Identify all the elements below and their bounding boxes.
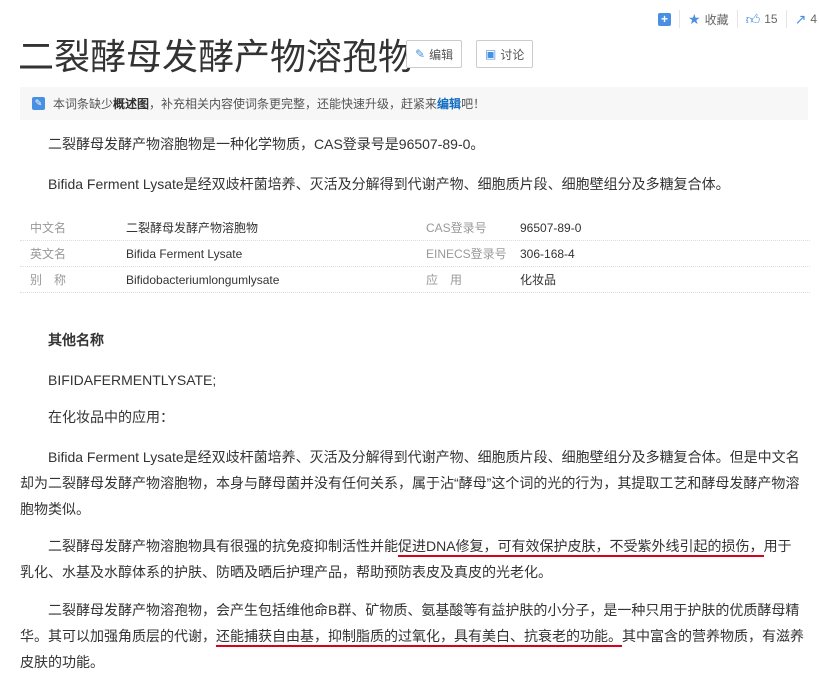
info-row: 英文名Bifida Ferment LysateEINECS登录号306-168… [20, 241, 810, 267]
page-title: 二裂酵母发酵产物溶孢物 [18, 28, 414, 80]
underlined-text: 促进DNA修复，可有效保护皮肤，不受紫外线引起的损伤， [398, 538, 764, 557]
info-value: 96507-89-0 [520, 221, 581, 235]
like-button[interactable]: 👍︎15 [737, 10, 786, 28]
info-value: 306-168-4 [520, 247, 575, 261]
notice-bold: 概述图 [113, 95, 149, 112]
discuss-label: 讨论 [500, 46, 524, 63]
notice-text: 本词条缺少 [53, 95, 113, 112]
info-value: Bifidobacteriumlongumlysate [126, 273, 426, 287]
info-label: EINECS登录号 [426, 245, 520, 262]
edit-button[interactable]: ✎ 编辑 [406, 40, 462, 68]
collect-button[interactable]: ★收藏 [679, 10, 737, 28]
info-value: 化妆品 [520, 271, 556, 288]
intro-paragraph: 二裂酵母发酵产物溶胞物是一种化学物质，CAS登录号是96507-89-0。 [20, 131, 805, 157]
info-label: 英文名 [20, 245, 126, 262]
chat-icon: ▣ [485, 47, 496, 61]
section-heading: 其他名称 [20, 327, 805, 353]
thumbs-up-icon: 👍︎ [746, 11, 761, 28]
info-table: 中文名二裂酵母发酵产物溶胞物CAS登录号96507-89-0 英文名Bifida… [20, 215, 810, 293]
add-button[interactable]: + [650, 10, 679, 28]
pencil-icon: ✎ [32, 97, 45, 110]
notice-text: 吧！ [461, 95, 485, 112]
info-label: 应 用 [426, 271, 520, 288]
toolbar: + ★收藏 👍︎15 ↗4 [650, 10, 819, 28]
notice-edit-link[interactable]: 编辑 [437, 95, 461, 112]
notice-bar: ✎ 本词条缺少概述图，补充相关内容使词条更完整，还能快速升级，赶紧来编辑吧！ [20, 87, 808, 120]
info-row: 中文名二裂酵母发酵产物溶胞物CAS登录号96507-89-0 [20, 215, 810, 241]
discuss-button[interactable]: ▣ 讨论 [476, 40, 533, 68]
paragraph: 二裂酵母发酵产物溶孢物，会产生包括维他命B群、矿物质、氨基酸等有益护肤的小分子，… [20, 597, 805, 675]
text: 二裂酵母发酵产物溶胞物具有很强的抗免疫抑制活性并能 [48, 538, 398, 554]
info-value: 二裂酵母发酵产物溶胞物 [126, 219, 426, 236]
intro-paragraph: Bifida Ferment Lysate是经双歧杆菌培养、灭活及分解得到代谢产… [20, 171, 805, 197]
plus-icon: + [658, 13, 671, 26]
share-icon: ↗ [795, 11, 807, 28]
like-count: 15 [764, 12, 777, 26]
share-count: 4 [810, 12, 817, 26]
info-value: Bifida Ferment Lysate [126, 247, 426, 261]
info-label: CAS登录号 [426, 219, 520, 236]
info-label: 中文名 [20, 219, 126, 236]
share-button[interactable]: ↗4 [786, 10, 819, 28]
info-row: 别 称Bifidobacteriumlongumlysate应 用化妆品 [20, 267, 810, 293]
collect-label: 收藏 [705, 11, 729, 28]
star-icon: ★ [688, 11, 701, 28]
paragraph: 二裂酵母发酵产物溶胞物具有很强的抗免疫抑制活性并能促进DNA修复，可有效保护皮肤… [20, 533, 805, 585]
notice-text: ，补充相关内容使词条更完整，还能快速升级，赶紧来 [149, 95, 437, 112]
paragraph: 在化妆品中的应用： [20, 404, 805, 430]
paragraph: BIFIDAFERMENTLYSATE; [20, 367, 805, 393]
paragraph: Bifida Ferment Lysate是经双歧杆菌培养、灭活及分解得到代谢产… [20, 444, 805, 522]
pencil-icon: ✎ [415, 47, 425, 61]
underlined-text: 还能捕获自由基，抑制脂质的过氧化，具有美白、抗衰老的功能。 [216, 628, 622, 647]
info-label: 别 称 [20, 271, 126, 288]
edit-label: 编辑 [429, 46, 453, 63]
